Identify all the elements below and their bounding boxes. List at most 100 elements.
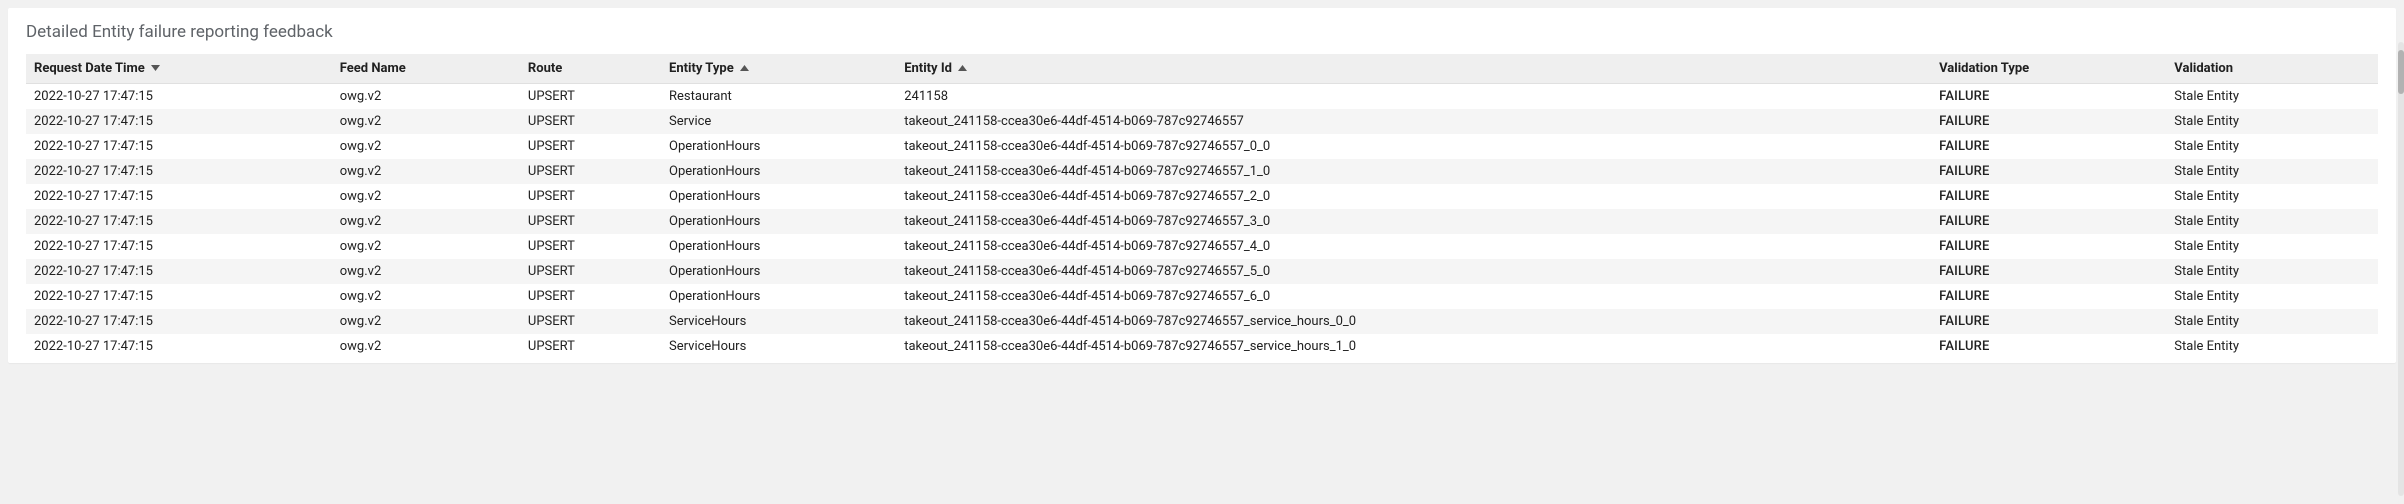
cell-entity-id: takeout_241158-ccea30e6-44df-4514-b069-7… [896, 109, 1931, 134]
cell-validation-type: FAILURE [1931, 234, 2166, 259]
cell-entity-type: OperationHours [661, 134, 896, 159]
table-row[interactable]: 2022-10-27 17:47:15owg.v2UPSERTOperation… [26, 159, 2378, 184]
cell-request-date-time: 2022-10-27 17:47:15 [26, 109, 332, 134]
col-label: Request Date Time [34, 61, 145, 76]
cell-validation-type: FAILURE [1931, 259, 2166, 284]
cell-request-date-time: 2022-10-27 17:47:15 [26, 159, 332, 184]
table-row[interactable]: 2022-10-27 17:47:15owg.v2UPSERTOperation… [26, 259, 2378, 284]
cell-entity-id: takeout_241158-ccea30e6-44df-4514-b069-7… [896, 134, 1931, 159]
cell-request-date-time: 2022-10-27 17:47:15 [26, 309, 332, 334]
cell-validation: Stale Entity [2166, 134, 2378, 159]
cell-request-date-time: 2022-10-27 17:47:15 [26, 84, 332, 110]
col-label: Feed Name [340, 61, 406, 76]
sort-asc-icon [958, 65, 967, 71]
report-card: Detailed Entity failure reporting feedba… [8, 8, 2396, 363]
cell-validation: Stale Entity [2166, 234, 2378, 259]
cell-validation: Stale Entity [2166, 259, 2378, 284]
cell-feed-name: owg.v2 [332, 259, 520, 284]
cell-validation-type: FAILURE [1931, 134, 2166, 159]
cell-feed-name: owg.v2 [332, 134, 520, 159]
sort-asc-icon [740, 65, 749, 71]
cell-route: UPSERT [520, 309, 661, 334]
cell-entity-type: ServiceHours [661, 309, 896, 334]
cell-entity-type: OperationHours [661, 234, 896, 259]
col-header-route[interactable]: Route [520, 54, 661, 84]
cell-feed-name: owg.v2 [332, 209, 520, 234]
cell-route: UPSERT [520, 184, 661, 209]
cell-feed-name: owg.v2 [332, 184, 520, 209]
table-row[interactable]: 2022-10-27 17:47:15owg.v2UPSERTOperation… [26, 184, 2378, 209]
cell-route: UPSERT [520, 259, 661, 284]
col-label: Validation [2174, 61, 2233, 76]
col-label: Route [528, 61, 562, 76]
table-row[interactable]: 2022-10-27 17:47:15owg.v2UPSERTServiceta… [26, 109, 2378, 134]
scrollbar-thumb[interactable] [2398, 50, 2404, 94]
cell-validation: Stale Entity [2166, 109, 2378, 134]
card-title: Detailed Entity failure reporting feedba… [26, 22, 2378, 42]
cell-route: UPSERT [520, 234, 661, 259]
cell-request-date-time: 2022-10-27 17:47:15 [26, 209, 332, 234]
table-row[interactable]: 2022-10-27 17:47:15owg.v2UPSERTOperation… [26, 284, 2378, 309]
table-row[interactable]: 2022-10-27 17:47:15owg.v2UPSERTRestauran… [26, 84, 2378, 110]
cell-request-date-time: 2022-10-27 17:47:15 [26, 234, 332, 259]
sort-desc-icon [151, 65, 160, 71]
cell-validation: Stale Entity [2166, 209, 2378, 234]
table-row[interactable]: 2022-10-27 17:47:15owg.v2UPSERTServiceHo… [26, 334, 2378, 359]
cell-feed-name: owg.v2 [332, 159, 520, 184]
table-row[interactable]: 2022-10-27 17:47:15owg.v2UPSERTOperation… [26, 134, 2378, 159]
cell-validation-type: FAILURE [1931, 334, 2166, 359]
col-header-request-date-time[interactable]: Request Date Time [26, 54, 332, 84]
cell-request-date-time: 2022-10-27 17:47:15 [26, 284, 332, 309]
cell-entity-id: takeout_241158-ccea30e6-44df-4514-b069-7… [896, 159, 1931, 184]
cell-route: UPSERT [520, 134, 661, 159]
col-header-entity-id[interactable]: Entity Id [896, 54, 1931, 84]
cell-request-date-time: 2022-10-27 17:47:15 [26, 134, 332, 159]
table-row[interactable]: 2022-10-27 17:47:15owg.v2UPSERTServiceHo… [26, 309, 2378, 334]
cell-validation-type: FAILURE [1931, 284, 2166, 309]
cell-validation: Stale Entity [2166, 334, 2378, 359]
cell-request-date-time: 2022-10-27 17:47:15 [26, 184, 332, 209]
cell-route: UPSERT [520, 84, 661, 110]
cell-route: UPSERT [520, 284, 661, 309]
col-header-feed-name[interactable]: Feed Name [332, 54, 520, 84]
vertical-scrollbar[interactable] [2398, 42, 2404, 496]
col-label: Entity Type [669, 61, 734, 76]
col-header-validation-type[interactable]: Validation Type [1931, 54, 2166, 84]
cell-validation-type: FAILURE [1931, 109, 2166, 134]
cell-entity-type: OperationHours [661, 259, 896, 284]
cell-feed-name: owg.v2 [332, 234, 520, 259]
cell-validation: Stale Entity [2166, 284, 2378, 309]
cell-route: UPSERT [520, 109, 661, 134]
cell-feed-name: owg.v2 [332, 84, 520, 110]
cell-entity-id: 241158 [896, 84, 1931, 110]
table-row[interactable]: 2022-10-27 17:47:15owg.v2UPSERTOperation… [26, 234, 2378, 259]
col-label: Entity Id [904, 61, 952, 76]
col-header-validation[interactable]: Validation [2166, 54, 2378, 84]
cell-entity-id: takeout_241158-ccea30e6-44df-4514-b069-7… [896, 184, 1931, 209]
cell-request-date-time: 2022-10-27 17:47:15 [26, 334, 332, 359]
cell-route: UPSERT [520, 334, 661, 359]
cell-entity-id: takeout_241158-ccea30e6-44df-4514-b069-7… [896, 284, 1931, 309]
cell-validation: Stale Entity [2166, 309, 2378, 334]
col-header-entity-type[interactable]: Entity Type [661, 54, 896, 84]
cell-feed-name: owg.v2 [332, 284, 520, 309]
cell-validation-type: FAILURE [1931, 184, 2166, 209]
cell-feed-name: owg.v2 [332, 309, 520, 334]
table-row[interactable]: 2022-10-27 17:47:15owg.v2UPSERTOperation… [26, 209, 2378, 234]
col-label: Validation Type [1939, 61, 2029, 76]
cell-validation: Stale Entity [2166, 159, 2378, 184]
cell-feed-name: owg.v2 [332, 109, 520, 134]
entity-failure-table: Request Date Time Feed Name Route Entity… [26, 54, 2378, 359]
cell-entity-type: OperationHours [661, 284, 896, 309]
cell-request-date-time: 2022-10-27 17:47:15 [26, 259, 332, 284]
cell-route: UPSERT [520, 159, 661, 184]
cell-feed-name: owg.v2 [332, 334, 520, 359]
cell-entity-id: takeout_241158-ccea30e6-44df-4514-b069-7… [896, 209, 1931, 234]
cell-entity-type: OperationHours [661, 184, 896, 209]
cell-validation: Stale Entity [2166, 184, 2378, 209]
cell-entity-type: ServiceHours [661, 334, 896, 359]
cell-entity-id: takeout_241158-ccea30e6-44df-4514-b069-7… [896, 334, 1931, 359]
cell-validation-type: FAILURE [1931, 84, 2166, 110]
cell-validation-type: FAILURE [1931, 159, 2166, 184]
cell-entity-type: OperationHours [661, 209, 896, 234]
